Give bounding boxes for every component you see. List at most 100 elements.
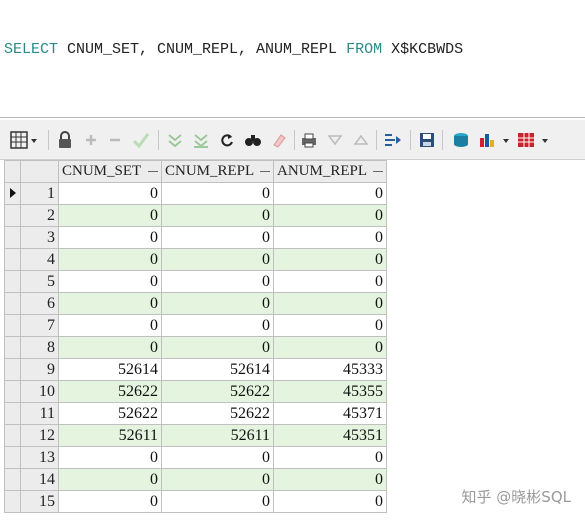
cell-cnum-set[interactable]: 52622 <box>58 402 162 425</box>
cell-cnum-repl[interactable]: 0 <box>161 292 274 315</box>
cell-anum-repl[interactable]: 0 <box>273 314 387 337</box>
delete-record-button[interactable] <box>104 128 126 152</box>
print-button[interactable] <box>298 128 320 152</box>
lock-button[interactable] <box>54 128 76 152</box>
current-row-pointer-icon <box>9 187 16 198</box>
table-icon <box>518 133 548 147</box>
cell-cnum-repl[interactable]: 52622 <box>161 402 274 425</box>
table-row[interactable]: 3000 <box>4 226 387 249</box>
cell-anum-repl[interactable]: 0 <box>273 490 387 513</box>
refresh-icon <box>221 134 233 147</box>
cell-cnum-set[interactable]: 0 <box>58 248 162 271</box>
grid-view-button[interactable] <box>8 128 40 152</box>
cell-cnum-set[interactable]: 0 <box>58 314 162 337</box>
column-header-anum-repl[interactable]: ANUM_REPL <box>273 160 387 183</box>
cell-anum-repl[interactable]: 45355 <box>273 380 387 403</box>
row-indicator <box>4 490 21 513</box>
table-row[interactable]: 15 0 0 0 <box>4 490 387 513</box>
cell-cnum-repl[interactable]: 0 <box>161 490 274 513</box>
table-row[interactable]: 5000 <box>4 270 387 293</box>
cell-cnum-set[interactable]: 0 <box>58 204 162 227</box>
cell-cnum-set[interactable]: 0 <box>58 336 162 359</box>
clear-button[interactable] <box>450 128 472 152</box>
cell-cnum-set[interactable]: 0 <box>58 446 162 469</box>
column-header-cnum-set[interactable]: CNUM_SET <box>58 160 162 183</box>
save-button[interactable] <box>416 128 438 152</box>
sql-editor[interactable]: SELECT CNUM_SET, CNUM_REPL, ANUM_REPL FR… <box>0 0 585 118</box>
table-row[interactable]: 4000 <box>4 248 387 271</box>
print-icon <box>302 133 316 148</box>
row-number: 5 <box>20 270 59 293</box>
cell-anum-repl[interactable]: 45371 <box>273 402 387 425</box>
cell-cnum-set[interactable]: 52614 <box>58 358 162 381</box>
cell-cnum-repl[interactable]: 52611 <box>161 424 274 447</box>
sort-desc-icon <box>327 135 343 146</box>
cell-cnum-set[interactable]: 0 <box>58 182 162 205</box>
cell-cnum-repl[interactable]: 0 <box>161 248 274 271</box>
table-button[interactable] <box>516 128 552 152</box>
cell-cnum-set[interactable]: 52611 <box>58 424 162 447</box>
export-button[interactable] <box>382 128 404 152</box>
add-record-button[interactable] <box>80 128 102 152</box>
cell-cnum-set[interactable]: 0 <box>58 490 162 513</box>
eraser-button[interactable] <box>268 128 290 152</box>
sort-asc-button[interactable] <box>350 128 372 152</box>
table-row[interactable]: 14 0 0 0 <box>4 468 387 491</box>
find-button[interactable] <box>242 128 264 152</box>
table-row[interactable]: 7000 <box>4 314 387 337</box>
cell-cnum-repl[interactable]: 0 <box>161 314 274 337</box>
cell-cnum-set[interactable]: 52622 <box>58 380 162 403</box>
sql-query-line[interactable]: SELECT CNUM_SET, CNUM_REPL, ANUM_REPL FR… <box>4 40 463 60</box>
post-button[interactable] <box>130 128 152 152</box>
cell-anum-repl[interactable]: 0 <box>273 446 387 469</box>
cell-anum-repl[interactable]: 45351 <box>273 424 387 447</box>
cell-cnum-repl[interactable]: 0 <box>161 446 274 469</box>
cell-cnum-set[interactable]: 0 <box>58 292 162 315</box>
cell-cnum-repl[interactable]: 0 <box>161 204 274 227</box>
row-indicator <box>4 468 21 491</box>
sql-keyword-select: SELECT <box>4 41 59 58</box>
chart-button[interactable] <box>478 128 512 152</box>
row-number: 3 <box>20 226 59 249</box>
row-indicator <box>4 336 21 359</box>
row-indicator <box>4 204 21 227</box>
table-row[interactable]: 9 52614 52614 45333 <box>4 358 387 381</box>
table-row[interactable]: 11 52622 52622 45371 <box>4 402 387 425</box>
column-header-cnum-repl[interactable]: CNUM_REPL <box>161 160 274 183</box>
table-row[interactable]: 8000 <box>4 336 387 359</box>
result-grid[interactable]: CNUM_SET CNUM_REPL ANUM_REPL 10002000300… <box>4 160 387 513</box>
cell-cnum-repl[interactable]: 0 <box>161 182 274 205</box>
table-row[interactable]: 1000 <box>4 182 387 205</box>
table-row[interactable]: 10 52622 52622 45355 <box>4 380 387 403</box>
cell-cnum-repl[interactable]: 0 <box>161 226 274 249</box>
cell-anum-repl[interactable]: 0 <box>273 336 387 359</box>
watermark: 知乎 @晓彬SQL <box>461 488 571 506</box>
cell-cnum-repl[interactable]: 0 <box>161 270 274 293</box>
table-row[interactable]: 2000 <box>4 204 387 227</box>
cell-cnum-repl[interactable]: 52622 <box>161 380 274 403</box>
table-row[interactable]: 13 0 0 0 <box>4 446 387 469</box>
row-number: 1 <box>20 182 59 205</box>
cell-anum-repl[interactable]: 0 <box>273 292 387 315</box>
table-row[interactable]: 12 52611 52611 45351 <box>4 424 387 447</box>
cell-cnum-set[interactable]: 0 <box>58 270 162 293</box>
row-indicator <box>4 270 21 293</box>
cell-cnum-repl[interactable]: 0 <box>161 468 274 491</box>
table-row[interactable]: 6000 <box>4 292 387 315</box>
cell-anum-repl[interactable]: 45333 <box>273 358 387 381</box>
cell-cnum-set[interactable]: 0 <box>58 468 162 491</box>
sort-desc-button[interactable] <box>324 128 346 152</box>
cell-anum-repl[interactable]: 0 <box>273 248 387 271</box>
filter-down-button[interactable] <box>164 128 186 152</box>
cell-cnum-repl[interactable]: 0 <box>161 336 274 359</box>
filter-clear-button[interactable] <box>190 128 212 152</box>
cell-anum-repl[interactable]: 0 <box>273 226 387 249</box>
cell-anum-repl[interactable]: 0 <box>273 204 387 227</box>
cell-anum-repl[interactable]: 0 <box>273 270 387 293</box>
find-icon <box>245 135 261 146</box>
cell-anum-repl[interactable]: 0 <box>273 182 387 205</box>
refresh-button[interactable] <box>216 128 238 152</box>
cell-anum-repl[interactable]: 0 <box>273 468 387 491</box>
cell-cnum-repl[interactable]: 52614 <box>161 358 274 381</box>
cell-cnum-set[interactable]: 0 <box>58 226 162 249</box>
